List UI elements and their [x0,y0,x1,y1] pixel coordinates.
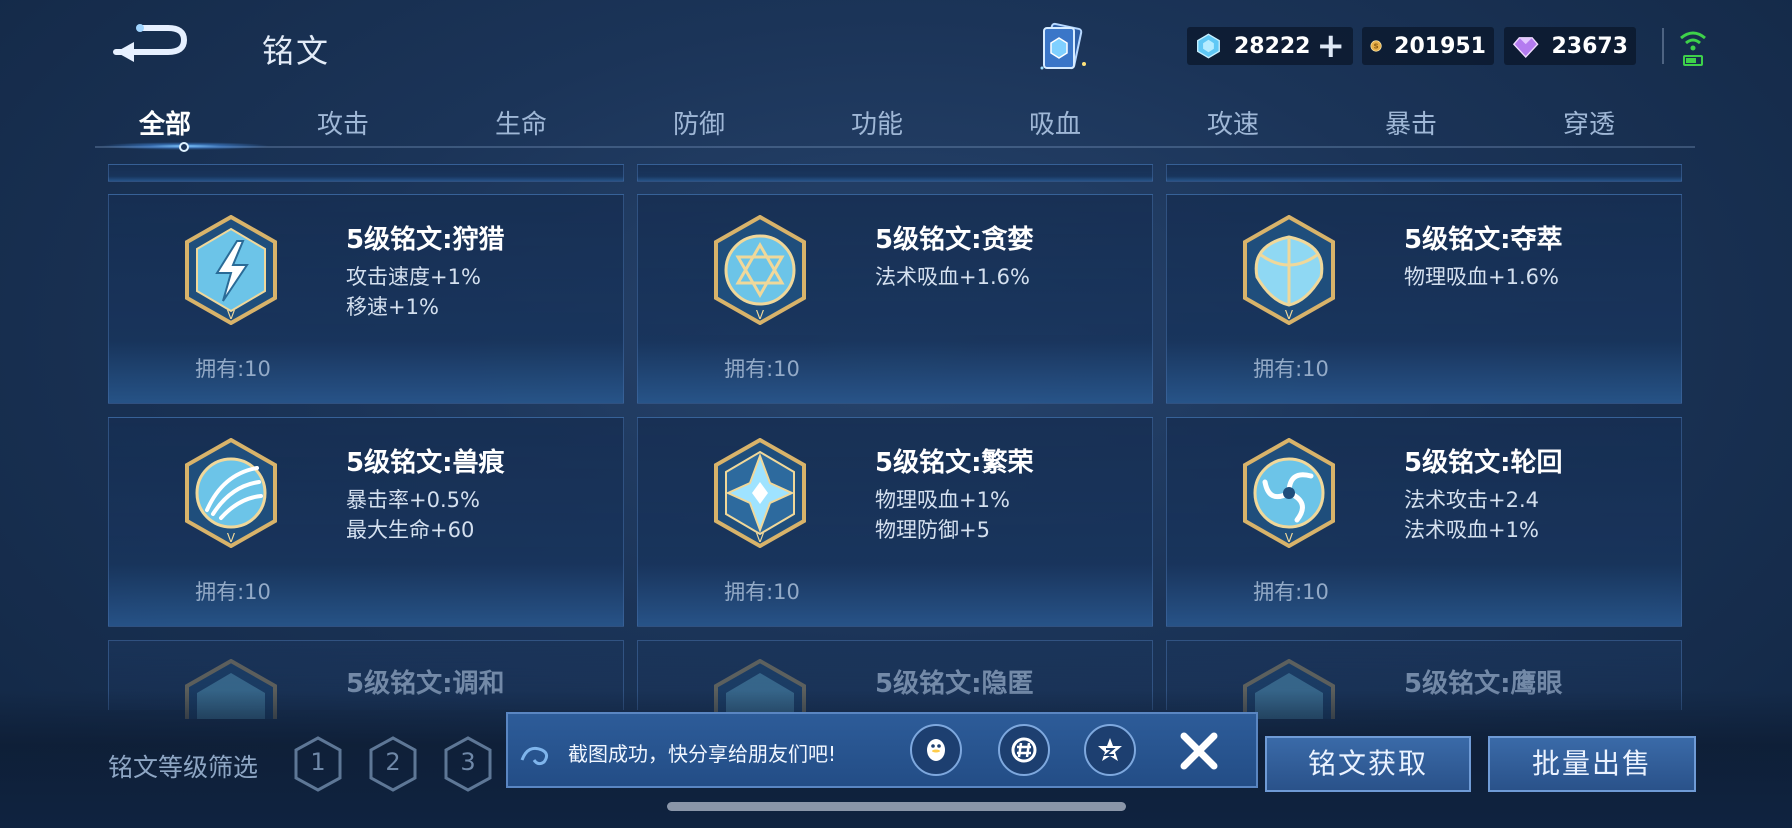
rune-stat: 攻击速度+1% [346,265,481,289]
lightning-rune-icon: V [183,214,279,326]
gold-coin-icon: S [1370,40,1382,52]
rune-name: 5级铭文:狩猎 [346,225,505,255]
rune-name: 5级铭文:贪婪 [875,225,1034,255]
star-rune-icon: V [712,214,808,326]
tab-attack[interactable]: 攻击 [283,104,403,141]
rune-stat: 物理吸血+1.6% [1404,265,1559,289]
rune-stat: 物理防御+5 [875,518,990,542]
gem-amount: 23673 [1551,33,1628,59]
rune-card-stub [108,164,624,182]
tab-lifesteal[interactable]: 吸血 [995,104,1115,141]
tab-defense[interactable]: 防御 [639,104,759,141]
rune-page: 铭文 28222 + S 201951 23673 全部 攻击 生命 防御 功能… [0,0,1792,828]
svg-text:V: V [1285,308,1294,322]
gold-currency: S 201951 [1362,27,1494,65]
tab-all[interactable]: 全部 [105,104,225,141]
share-toast: 截图成功，快分享给朋友们吧! [506,712,1258,788]
rune-stat: 法术吸血+1% [1404,518,1539,542]
rune-card[interactable]: V 5级铭文:夺萃 物理吸血+1.6% 拥有:10 [1166,194,1682,404]
claw-rune-icon: V [183,437,279,549]
rune-stat: 暴击率+0.5% [346,488,480,512]
cloud-swirl-icon [520,746,549,766]
penguin-icon [927,739,945,761]
diamond-currency: 28222 + [1187,27,1353,65]
tab-crit[interactable]: 暴击 [1351,104,1471,141]
crystal-rune-icon: V [712,437,808,549]
tab-function[interactable]: 功能 [817,104,937,141]
diamond-icon [1197,33,1220,59]
svg-text:V: V [756,308,765,322]
get-runes-button[interactable]: 铭文获取 [1265,736,1471,792]
rune-name: 5级铭文:夺萃 [1404,225,1563,255]
rune-card[interactable]: V 5级铭文:狩猎 攻击速度+1% 移速+1% 拥有:10 [108,194,624,404]
rune-card-stub [1166,164,1682,182]
rune-card[interactable]: V 5级铭文:轮回 法术攻击+2.4 法术吸血+1% 拥有:10 [1166,417,1682,627]
share-qq-button[interactable] [910,724,962,776]
back-button[interactable] [110,18,194,66]
moments-icon [1011,737,1037,763]
category-tabs: 全部 攻击 生命 防御 功能 吸血 攻速 暴击 穿透 [95,96,1695,152]
svg-text:V: V [227,308,236,322]
svg-text:V: V [227,531,236,545]
level-filter-1[interactable]: 1 [293,736,343,792]
rune-stat: 物理吸血+1% [875,488,1010,512]
close-icon [1180,732,1218,770]
leaf-rune-icon: V [1241,214,1337,326]
owned-count: 拥有:10 [195,357,271,381]
tab-penetration[interactable]: 穿透 [1529,104,1649,141]
rune-card[interactable]: V 5级铭文:兽痕 暴击率+0.5% 最大生命+60 拥有:10 [108,417,624,627]
back-arrow-icon [113,24,188,62]
bulk-sell-button[interactable]: 批量出售 [1488,736,1696,792]
gold-amount: 201951 [1394,33,1486,59]
rune-card[interactable]: V 5级铭文:繁荣 物理吸血+1% 物理防御+5 拥有:10 [637,417,1153,627]
qzone-star-icon [1098,738,1122,761]
rune-stat: 最大生命+60 [346,518,475,542]
active-tab-indicator [179,142,189,152]
owned-count: 拥有:10 [1253,357,1329,381]
svg-text:V: V [756,531,765,545]
share-qzone-button[interactable] [1084,724,1136,776]
level-filter-3[interactable]: 3 [443,736,493,792]
rune-card-stub [637,164,1153,182]
level-number: 1 [310,748,326,776]
level-filter-2[interactable]: 2 [368,736,418,792]
share-moments-button[interactable] [998,724,1050,776]
add-diamond-button[interactable]: + [1317,29,1346,63]
rune-pack-icon [1040,22,1086,70]
rune-card[interactable]: V 5级铭文:贪婪 法术吸血+1.6% 拥有:10 [637,194,1153,404]
rune-stat: 法术攻击+2.4 [1404,488,1539,512]
toast-message: 截图成功，快分享给朋友们吧! [568,742,837,766]
level-filter-label: 铭文等级筛选 [108,753,259,782]
home-indicator[interactable] [667,802,1126,811]
close-toast-button[interactable] [1174,726,1224,776]
rune-name: 5级铭文:繁荣 [875,448,1034,478]
svg-text:S: S [1374,42,1379,50]
swirl-rune-icon: V [1241,437,1337,549]
level-number: 2 [385,748,401,776]
tab-health[interactable]: 生命 [461,104,581,141]
gem-currency: 23673 [1504,27,1636,65]
tab-underline [95,146,1695,148]
rune-name: 5级铭文:兽痕 [346,448,505,478]
svg-text:V: V [1285,531,1294,545]
owned-count: 拥有:10 [1253,580,1329,604]
rune-stat: 法术吸血+1.6% [875,265,1030,289]
tab-attack-speed[interactable]: 攻速 [1173,104,1293,141]
level-number: 3 [460,748,476,776]
owned-count: 拥有:10 [195,580,271,604]
diamond-amount: 28222 [1233,33,1311,59]
owned-count: 拥有:10 [724,357,800,381]
rune-stat: 移速+1% [346,295,439,319]
wifi-icon [1680,31,1706,66]
owned-count: 拥有:10 [724,580,800,604]
gem-icon [1512,37,1539,58]
rune-pack-button[interactable] [1034,20,1094,76]
page-title: 铭文 [262,32,331,70]
header-divider [1662,28,1664,64]
rune-name: 5级铭文:轮回 [1404,448,1563,478]
status-indicator [1678,28,1708,68]
